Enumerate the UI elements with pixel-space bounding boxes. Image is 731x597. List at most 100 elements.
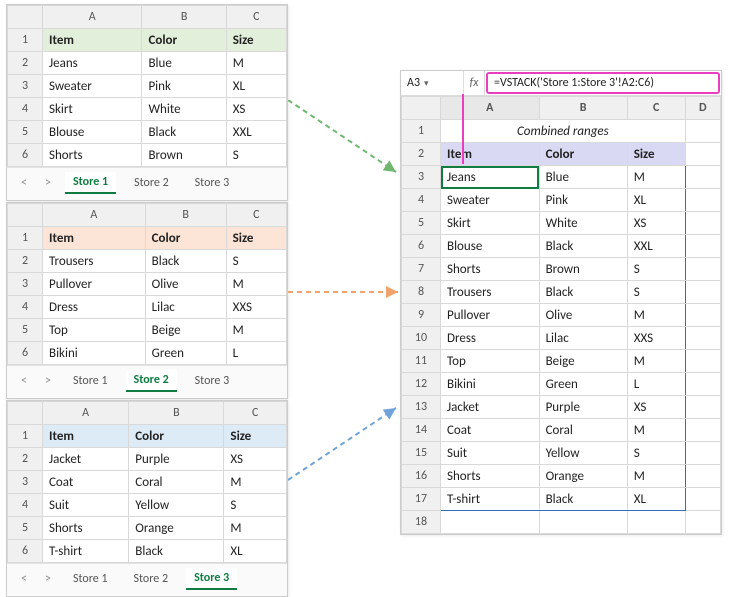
cell[interactable]: Coral	[539, 419, 627, 442]
cell[interactable]: White	[539, 212, 627, 235]
cell[interactable]	[685, 419, 720, 442]
header-item[interactable]: Item	[43, 425, 129, 448]
col-header-A[interactable]: A	[43, 6, 142, 29]
row-header[interactable]: 5	[8, 319, 43, 342]
cell[interactable]: T-shirt	[43, 540, 129, 563]
cell[interactable]	[685, 281, 720, 304]
cell[interactable]: Green	[145, 342, 226, 365]
header-size[interactable]: Size	[627, 143, 685, 166]
cell[interactable]: Lilac	[145, 296, 226, 319]
cell[interactable]: Lilac	[539, 327, 627, 350]
cell[interactable]: Pullover	[441, 304, 540, 327]
row-header[interactable]: 4	[8, 494, 43, 517]
cell[interactable]: XXL	[627, 235, 685, 258]
cell[interactable]: Brown	[539, 258, 627, 281]
cell[interactable]: Sweater	[43, 75, 142, 98]
cell[interactable]: Shorts	[441, 465, 540, 488]
cell[interactable]: Pink	[539, 189, 627, 212]
cell[interactable]: S	[627, 442, 685, 465]
cell[interactable]	[685, 166, 720, 189]
header-color[interactable]: Color	[145, 227, 226, 250]
cell[interactable]: L	[627, 373, 685, 396]
cell[interactable]: Trousers	[43, 250, 146, 273]
col-header-C[interactable]: C	[224, 402, 287, 425]
cell[interactable]: Beige	[539, 350, 627, 373]
col-header-B[interactable]: B	[142, 6, 226, 29]
row-header[interactable]: 13	[402, 396, 441, 419]
col-header-C[interactable]: C	[226, 204, 286, 227]
cell[interactable]: Suit	[441, 442, 540, 465]
cell[interactable]: Yellow	[129, 494, 224, 517]
cell[interactable]: Black	[145, 250, 226, 273]
cell[interactable]: Coral	[129, 471, 224, 494]
tab-store-3[interactable]: Store 3	[187, 371, 238, 391]
cell[interactable]: M	[224, 517, 287, 540]
cell[interactable]: XXS	[627, 327, 685, 350]
row-header[interactable]: 18	[402, 511, 441, 534]
cell[interactable]	[685, 258, 720, 281]
tab-nav-left-icon[interactable]: <	[17, 176, 31, 190]
cell[interactable]: M	[627, 465, 685, 488]
cell[interactable]: M	[627, 350, 685, 373]
grid-store2[interactable]: A B C 1 Item Color Size 2TrousersBlackS3…	[7, 203, 287, 365]
row-header[interactable]: 2	[8, 250, 43, 273]
row-header[interactable]: 6	[8, 540, 43, 563]
cell[interactable]: XS	[224, 448, 287, 471]
cell[interactable]: Dress	[43, 296, 146, 319]
row-header[interactable]: 1	[8, 425, 43, 448]
cell[interactable]	[685, 442, 720, 465]
cell[interactable]: M	[627, 166, 685, 189]
row-header[interactable]: 3	[8, 471, 43, 494]
cell[interactable]: Skirt	[441, 212, 540, 235]
cell[interactable]: Dress	[441, 327, 540, 350]
header-item[interactable]: Item	[43, 29, 142, 52]
cell[interactable]: Trousers	[441, 281, 540, 304]
cell[interactable]: Blue	[539, 166, 627, 189]
row-header[interactable]: 6	[8, 144, 43, 167]
row-header[interactable]: 4	[8, 296, 43, 319]
row-header[interactable]: 4	[402, 189, 441, 212]
cell[interactable]: XXL	[226, 121, 286, 144]
cell[interactable]	[685, 488, 720, 511]
cell[interactable]: M	[627, 419, 685, 442]
row-header[interactable]: 2	[8, 52, 43, 75]
row-header[interactable]: 11	[402, 350, 441, 373]
cell[interactable]	[685, 327, 720, 350]
cell[interactable]: Blouse	[43, 121, 142, 144]
cell[interactable]: XL	[627, 488, 685, 511]
cell[interactable]: XS	[627, 396, 685, 419]
cell[interactable]	[685, 465, 720, 488]
cell[interactable]: Jeans	[43, 52, 142, 75]
tab-nav-right-icon[interactable]: >	[41, 176, 55, 190]
row-header[interactable]: 5	[402, 212, 441, 235]
header-color[interactable]: Color	[142, 29, 226, 52]
row-header[interactable]: 8	[402, 281, 441, 304]
col-header-B[interactable]: B	[129, 402, 224, 425]
name-box[interactable]: A3 ▾	[401, 71, 464, 95]
cell[interactable]: M	[226, 52, 286, 75]
cell[interactable]: M	[627, 304, 685, 327]
cell[interactable]: Bikini	[441, 373, 540, 396]
col-header-D[interactable]: D	[685, 97, 720, 120]
cell[interactable]: Blouse	[441, 235, 540, 258]
cell[interactable]	[685, 511, 720, 534]
tab-nav-right-icon[interactable]: >	[41, 572, 55, 586]
cell[interactable]: Jacket	[441, 396, 540, 419]
cell[interactable]: Olive	[145, 273, 226, 296]
grid-store1[interactable]: A B C 1 Item Color Size 2JeansBlueM3Swea…	[7, 5, 287, 167]
row-header[interactable]: 1	[8, 227, 43, 250]
cell[interactable]: Coat	[441, 419, 540, 442]
row-header[interactable]: 14	[402, 419, 441, 442]
row-header[interactable]: 2	[402, 143, 441, 166]
row-header[interactable]: 9	[402, 304, 441, 327]
cell[interactable]: XS	[226, 98, 286, 121]
col-header-A[interactable]: A	[441, 97, 540, 120]
cell[interactable]: Black	[142, 121, 226, 144]
cell[interactable]: Black	[539, 281, 627, 304]
corner-cell[interactable]	[402, 97, 441, 120]
cell[interactable]: XXS	[226, 296, 286, 319]
cell[interactable]: Skirt	[43, 98, 142, 121]
cell[interactable]	[685, 350, 720, 373]
cell[interactable]: Black	[539, 235, 627, 258]
cell[interactable]: Beige	[145, 319, 226, 342]
